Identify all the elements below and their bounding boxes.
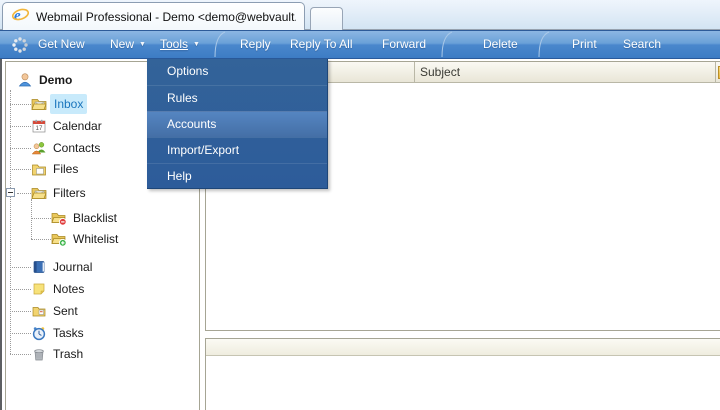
tree-line [10, 267, 31, 268]
column-resize-handle[interactable] [715, 62, 716, 82]
toolbar-separator [211, 31, 227, 61]
menu-item-options[interactable]: Options [147, 59, 327, 85]
sidebar-item-label: Inbox [50, 94, 87, 114]
get-new-button[interactable]: Get New [38, 31, 85, 58]
sidebar-item-tasks[interactable]: Tasks [6, 323, 197, 343]
toolbar-separator [535, 31, 551, 61]
tree-line [10, 311, 31, 312]
journal-icon [31, 259, 47, 275]
preview-pane [205, 338, 720, 410]
sidebar-item-notes[interactable]: Notes [6, 279, 197, 299]
tree-line [10, 289, 31, 290]
tree-line [10, 148, 31, 149]
tree-line [31, 218, 51, 219]
menu-item-accounts[interactable]: Accounts [147, 111, 327, 137]
sidebar-item-whitelist[interactable]: Whitelist [6, 229, 197, 249]
new-button[interactable]: New ▼ [110, 31, 146, 58]
menu-item-help[interactable]: Help [147, 163, 327, 189]
sidebar-item-label: Journal [53, 257, 92, 277]
sidebar-item-label: Sent [53, 301, 78, 321]
sidebar-item-trash[interactable]: Trash [6, 344, 197, 364]
tasks-icon [31, 325, 47, 341]
tools-button[interactable]: Tools ▼ [160, 31, 200, 58]
whitelist-folder-icon [51, 231, 67, 247]
sidebar-item-label: Contacts [53, 138, 100, 158]
menu-item-rules[interactable]: Rules [147, 85, 327, 111]
get-new-label: Get New [38, 37, 85, 51]
sidebar-item-label: Filters [53, 183, 86, 203]
column-header-subject[interactable]: Subject [420, 62, 460, 82]
browser-tab-active[interactable]: e Webmail Professional - Demo <demo@webv… [2, 2, 305, 30]
search-label: Search [623, 37, 661, 51]
blacklist-folder-icon [51, 210, 67, 226]
tools-label: Tools [160, 37, 188, 51]
reply-label: Reply [240, 37, 271, 51]
account-label: Demo [39, 70, 72, 90]
tools-dropdown-menu: Options Rules Accounts Import/Export Hel… [147, 59, 328, 189]
tree-line [10, 104, 31, 105]
chevron-down-icon: ▼ [193, 41, 200, 48]
new-label: New [110, 37, 134, 51]
reply-to-all-label: Reply To All [290, 37, 352, 51]
toolbar-separator [438, 31, 454, 61]
inbox-icon [31, 96, 47, 112]
column-resize-handle[interactable] [414, 62, 415, 82]
sidebar-item-sent[interactable]: Sent [6, 301, 197, 321]
notes-icon [31, 281, 47, 297]
tree-line [10, 169, 31, 170]
sent-folder-icon [31, 303, 47, 319]
sidebar-item-blacklist[interactable]: Blacklist [6, 208, 197, 228]
preview-pane-body [206, 356, 720, 410]
reply-to-all-button[interactable]: Reply To All [290, 31, 352, 58]
tree-line [10, 126, 31, 127]
menu-item-import-export[interactable]: Import/Export [147, 137, 327, 163]
sidebar-item-label: Notes [53, 279, 84, 299]
forward-button[interactable]: Forward [382, 31, 426, 58]
preview-pane-header [206, 339, 720, 356]
tab-title: Webmail Professional - Demo <demo@webvau… [36, 10, 296, 24]
tree-line [17, 193, 31, 194]
contacts-icon [31, 140, 47, 156]
calendar-icon: 17 [31, 118, 47, 134]
main-toolbar: Get New New ▼ Tools ▼ Reply Reply To All F… [0, 30, 720, 59]
sidebar-item-label: Files [53, 159, 78, 179]
chevron-down-icon: ▼ [139, 41, 146, 48]
new-tab-stub[interactable] [310, 7, 343, 30]
trash-icon [31, 346, 47, 362]
sidebar-item-journal[interactable]: Journal [6, 257, 197, 277]
ie-icon: e [11, 6, 29, 27]
print-label: Print [572, 37, 597, 51]
folder-icon [31, 161, 47, 177]
window-left-border [0, 59, 2, 410]
print-button[interactable]: Print [572, 31, 597, 58]
svg-text:17: 17 [36, 125, 43, 132]
sidebar-item-label: Tasks [53, 323, 84, 343]
mail-folder-icon [31, 185, 47, 201]
delete-button[interactable]: Delete [483, 31, 518, 58]
reply-button[interactable]: Reply [240, 31, 271, 58]
search-button[interactable]: Search [623, 31, 661, 58]
forward-label: Forward [382, 37, 426, 51]
tree-line [10, 354, 31, 355]
browser-tab-bar: e Webmail Professional - Demo <demo@webv… [0, 0, 720, 30]
person-icon [17, 72, 33, 88]
tree-line [10, 333, 31, 334]
sidebar-item-label: Whitelist [73, 229, 118, 249]
sidebar-item-label: Trash [53, 344, 83, 364]
tree-line [31, 239, 51, 240]
delete-label: Delete [483, 37, 518, 51]
sidebar-item-label: Calendar [53, 116, 102, 136]
sidebar-item-label: Blacklist [73, 208, 117, 228]
spinner-icon [11, 36, 29, 54]
